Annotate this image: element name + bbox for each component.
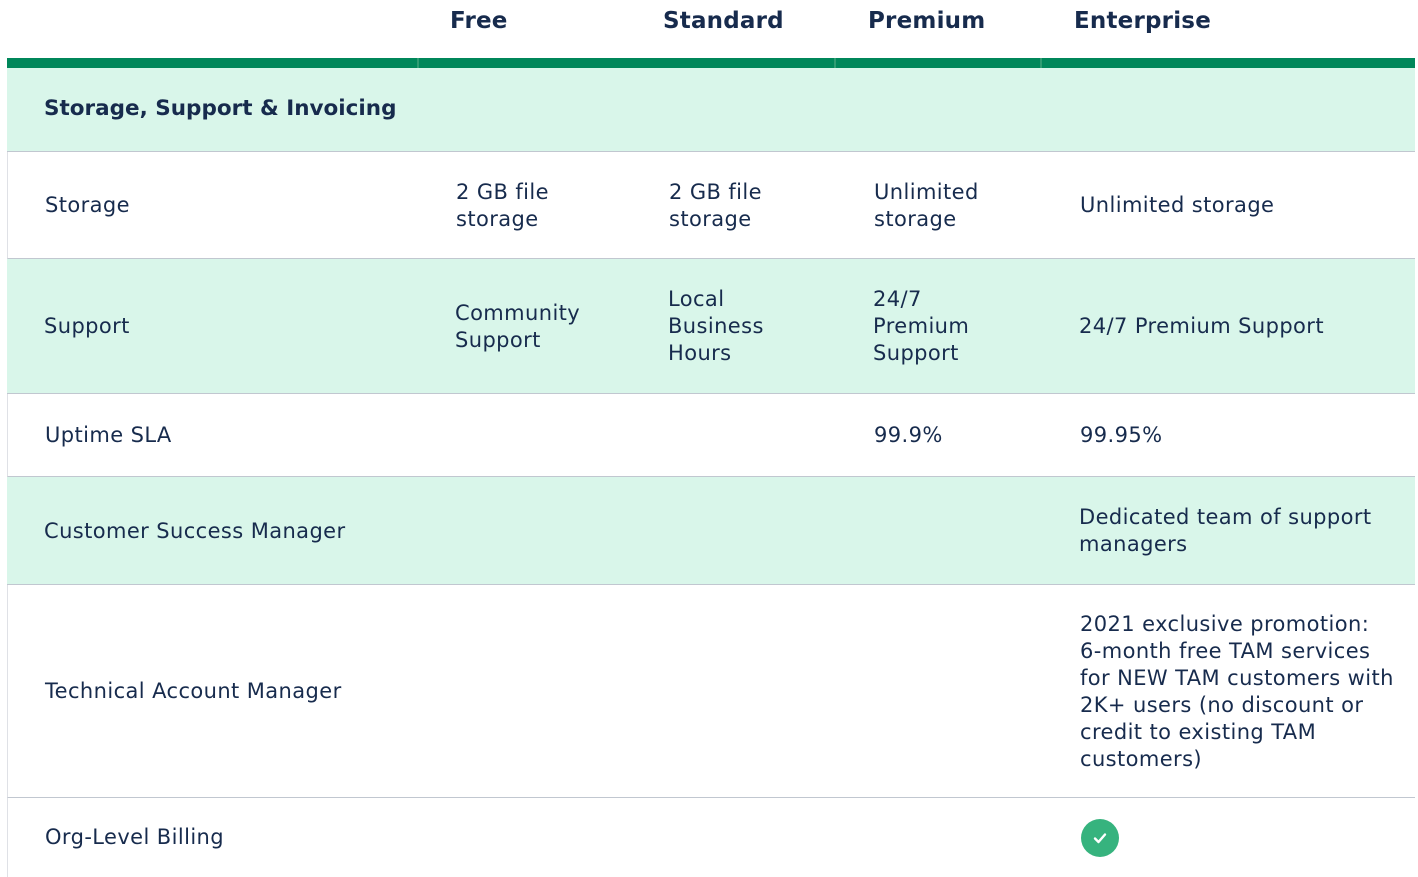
table-row-support: Support Community Support Local Business… (7, 259, 1415, 394)
cell-enterprise: 24/7 Premium Support (1079, 314, 1324, 338)
plan-name-standard: Standard (663, 8, 784, 34)
row-label: Uptime SLA (45, 423, 172, 447)
plan-name-enterprise: Enterprise (1074, 8, 1212, 34)
table-row-customer-success-manager: Customer Success Manager Dedicated team … (7, 477, 1415, 585)
cell-free: 2 GB file storage (456, 179, 549, 231)
cell-premium: Unlimited storage (874, 179, 979, 231)
cell-premium: 24/7 Premium Support (873, 287, 970, 365)
header-accent-bar (7, 58, 1415, 68)
table-row-storage: Storage 2 GB file storage 2 GB file stor… (7, 152, 1415, 259)
table-row-org-level-billing: Org-Level Billing (7, 798, 1415, 877)
table-row-technical-account-manager: Technical Account Manager 2021 exclusive… (7, 585, 1415, 798)
plan-name-free: Free (450, 8, 508, 34)
column-divider (417, 58, 419, 68)
cell-standard: Local Business Hours (668, 287, 764, 365)
cell-free: Community Support (455, 300, 581, 352)
row-label: Org-Level Billing (45, 825, 224, 849)
row-label: Technical Account Manager (45, 679, 342, 703)
row-label: Storage (45, 193, 130, 217)
row-label: Support (44, 314, 130, 338)
cell-enterprise: 99.95% (1080, 423, 1163, 447)
plan-name-premium: Premium (868, 8, 986, 34)
row-label: Customer Success Manager (44, 518, 346, 543)
column-divider (834, 58, 836, 68)
cell-enterprise: Dedicated team of support managers (1079, 505, 1372, 556)
cell-enterprise: Unlimited storage (1080, 193, 1275, 217)
cell-enterprise: 2021 exclusive promotion: 6-month free T… (1080, 611, 1394, 771)
column-divider (1040, 58, 1042, 68)
check-circle-icon (1081, 819, 1119, 857)
checkmark-icon (1093, 833, 1107, 844)
section-header-row: Storage, Support & Invoicing (7, 68, 1415, 152)
section-title: Storage, Support & Invoicing (44, 96, 397, 121)
plan-header: Free Standard Premium Enterprise (0, 0, 1418, 58)
cell-premium: 99.9% (874, 423, 943, 447)
cell-standard: 2 GB file storage (669, 179, 762, 231)
table-row-uptime-sla: Uptime SLA 99.9% 99.95% (7, 394, 1415, 477)
